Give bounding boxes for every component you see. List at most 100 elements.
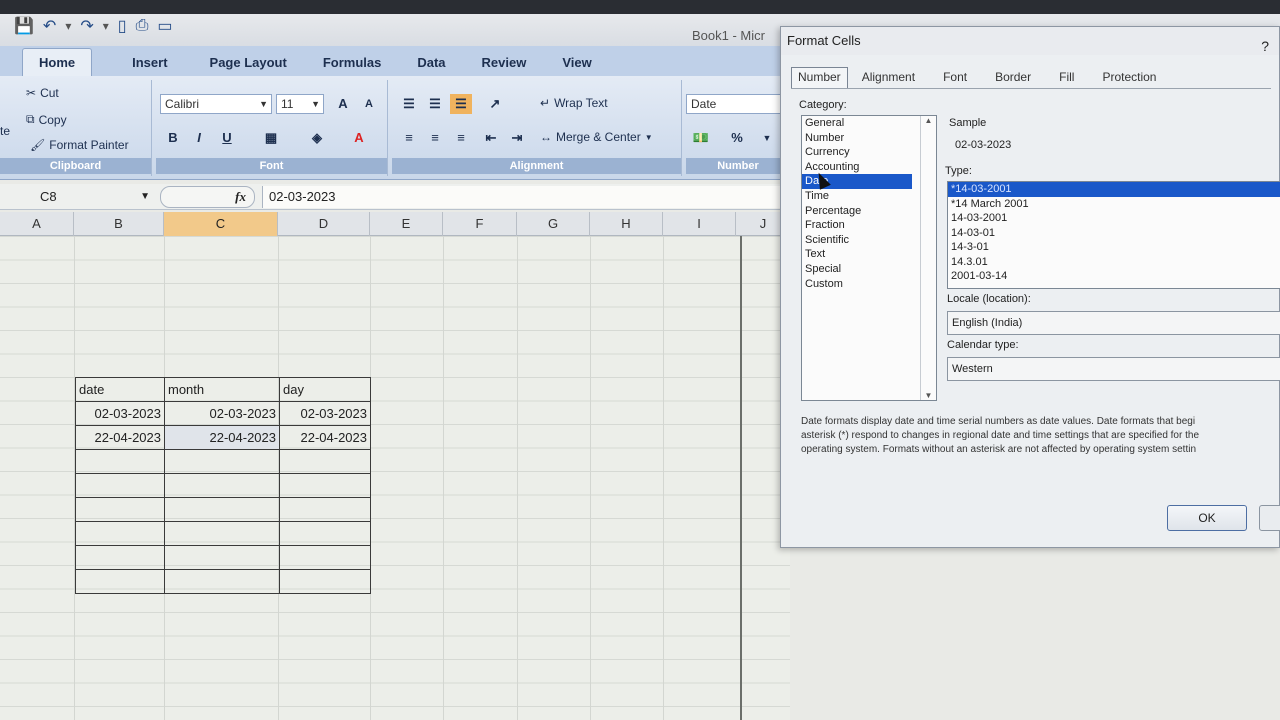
type-item-selected[interactable]: *14-03-2001 [948,182,1280,197]
column-header-a[interactable]: A [0,212,74,236]
increase-indent-icon[interactable]: ⇥ [506,128,528,148]
type-item[interactable]: 14-03-01 [948,226,1280,241]
cancel-button[interactable] [1259,505,1280,531]
function-icon[interactable]: fx [235,189,246,205]
table-cell[interactable]: 02-03-2023 [279,401,371,426]
table-cell[interactable]: 02-03-2023 [164,401,280,426]
column-header-i[interactable]: I [663,212,736,236]
worksheet-grid[interactable]: date month day 02-03-2023 02-03-2023 02-… [0,236,790,720]
tab-data[interactable]: Data [401,55,461,76]
table-cell[interactable] [164,473,280,498]
align-bottom-icon[interactable]: ☰ [450,94,472,114]
shrink-font-button[interactable]: A [358,94,380,114]
table-cell[interactable] [164,521,280,546]
category-list[interactable]: General Number Currency Accounting Date … [801,115,937,401]
table-cell[interactable] [279,569,371,594]
table-cell[interactable] [75,545,165,570]
column-header-f[interactable]: F [443,212,517,236]
type-item[interactable]: 2001-03-14 [948,269,1280,284]
table-cell[interactable]: 02-03-2023 [75,401,165,426]
align-top-icon[interactable]: ☰ [398,94,420,114]
table-cell[interactable] [279,545,371,570]
align-left-icon[interactable]: ≡ [398,128,420,148]
table-cell[interactable] [279,473,371,498]
header-cell[interactable]: day [279,377,371,402]
formula-input[interactable]: 02-03-2023 [262,186,790,208]
category-item[interactable]: Percentage [802,204,936,219]
table-cell[interactable] [164,569,280,594]
tab-font[interactable]: Font [929,67,981,88]
category-item[interactable]: Time [802,189,936,204]
tab-formulas[interactable]: Formulas [307,55,398,76]
calendar-type-select[interactable]: Western [947,357,1280,381]
wrap-text-button[interactable]: ↵ Wrap Text [540,96,608,110]
table-cell[interactable] [75,521,165,546]
table-cell[interactable] [164,449,280,474]
type-list[interactable]: *14-03-2001 *14 March 2001 14-03-2001 14… [947,181,1280,289]
type-item[interactable]: 14-3-01 [948,240,1280,255]
italic-button[interactable]: I [188,128,210,148]
bold-button[interactable]: B [162,128,184,148]
locale-select[interactable]: English (India) [947,311,1280,335]
category-item[interactable]: General [802,116,936,131]
orientation-icon[interactable]: ↗ [484,94,506,114]
new-icon[interactable]: ▯ [118,16,127,36]
paste-button[interactable]: te [0,124,10,138]
table-cell[interactable] [75,569,165,594]
help-button[interactable]: ? [1261,32,1269,60]
tab-number[interactable]: Number [791,67,848,88]
percent-button[interactable]: % [726,128,748,148]
category-item[interactable]: Currency [802,145,936,160]
name-box[interactable]: C8 ▼ [0,186,156,208]
grow-font-button[interactable]: A [332,94,354,114]
table-cell[interactable] [75,473,165,498]
category-item[interactable]: Special [802,262,936,277]
category-item[interactable]: Text [802,247,936,262]
currency-icon[interactable]: 💵 [690,128,712,148]
align-middle-icon[interactable]: ☰ [424,94,446,114]
category-item[interactable]: Number [802,131,936,146]
number-format-combo[interactable]: Date [686,94,790,114]
type-item[interactable]: *14 March 2001 [948,197,1280,212]
redo-icon[interactable]: ↷ [80,16,93,36]
tab-page-layout[interactable]: Page Layout [194,55,303,76]
table-cell[interactable]: 22-04-2023 [75,425,165,450]
column-header-c[interactable]: C [164,212,278,236]
header-cell[interactable]: date [75,377,165,402]
tab-home[interactable]: Home [22,48,93,76]
table-cell[interactable] [75,449,165,474]
scroll-up-icon[interactable]: ▲ [921,116,936,125]
font-size-combo[interactable]: 11 ▼ [276,94,324,114]
column-header-d[interactable]: D [278,212,370,236]
table-cell[interactable] [279,497,371,522]
scroll-down-icon[interactable]: ▼ [921,391,936,400]
column-header-h[interactable]: H [590,212,663,236]
dialog-title-bar[interactable]: Format Cells ? [781,27,1279,55]
column-header-b[interactable]: B [74,212,164,236]
format-painter-button[interactable]: 🖌 Format Painter [30,138,129,152]
tab-insert[interactable]: Insert [116,55,183,76]
print-icon[interactable]: ⎙ [136,17,149,35]
align-right-icon[interactable]: ≡ [450,128,472,148]
table-cell[interactable]: 22-04-2023 [164,425,280,450]
column-header-e[interactable]: E [370,212,443,236]
category-scrollbar[interactable]: ▲ ▼ [920,116,936,400]
merge-center-button[interactable]: ↔ Merge & Center ▼ [540,130,653,144]
chevron-down-icon[interactable]: ▼ [756,128,778,148]
category-item[interactable]: Scientific [802,233,936,248]
tab-review[interactable]: Review [466,55,543,76]
ok-button[interactable]: OK [1167,505,1247,531]
type-item[interactable]: 14.3.01 [948,255,1280,270]
save-icon[interactable]: 💾 [14,16,34,36]
table-cell[interactable] [279,449,371,474]
tab-fill[interactable]: Fill [1045,67,1088,88]
table-cell[interactable] [75,497,165,522]
table-cell[interactable] [164,497,280,522]
font-name-combo[interactable]: Calibri ▼ [160,94,272,114]
tab-border[interactable]: Border [981,67,1045,88]
font-color-button[interactable]: A [348,128,370,148]
tab-view[interactable]: View [546,55,607,76]
preview-icon[interactable]: ▭ [157,16,172,36]
header-cell[interactable]: month [164,377,280,402]
copy-button[interactable]: ⧉ Copy [26,112,67,127]
